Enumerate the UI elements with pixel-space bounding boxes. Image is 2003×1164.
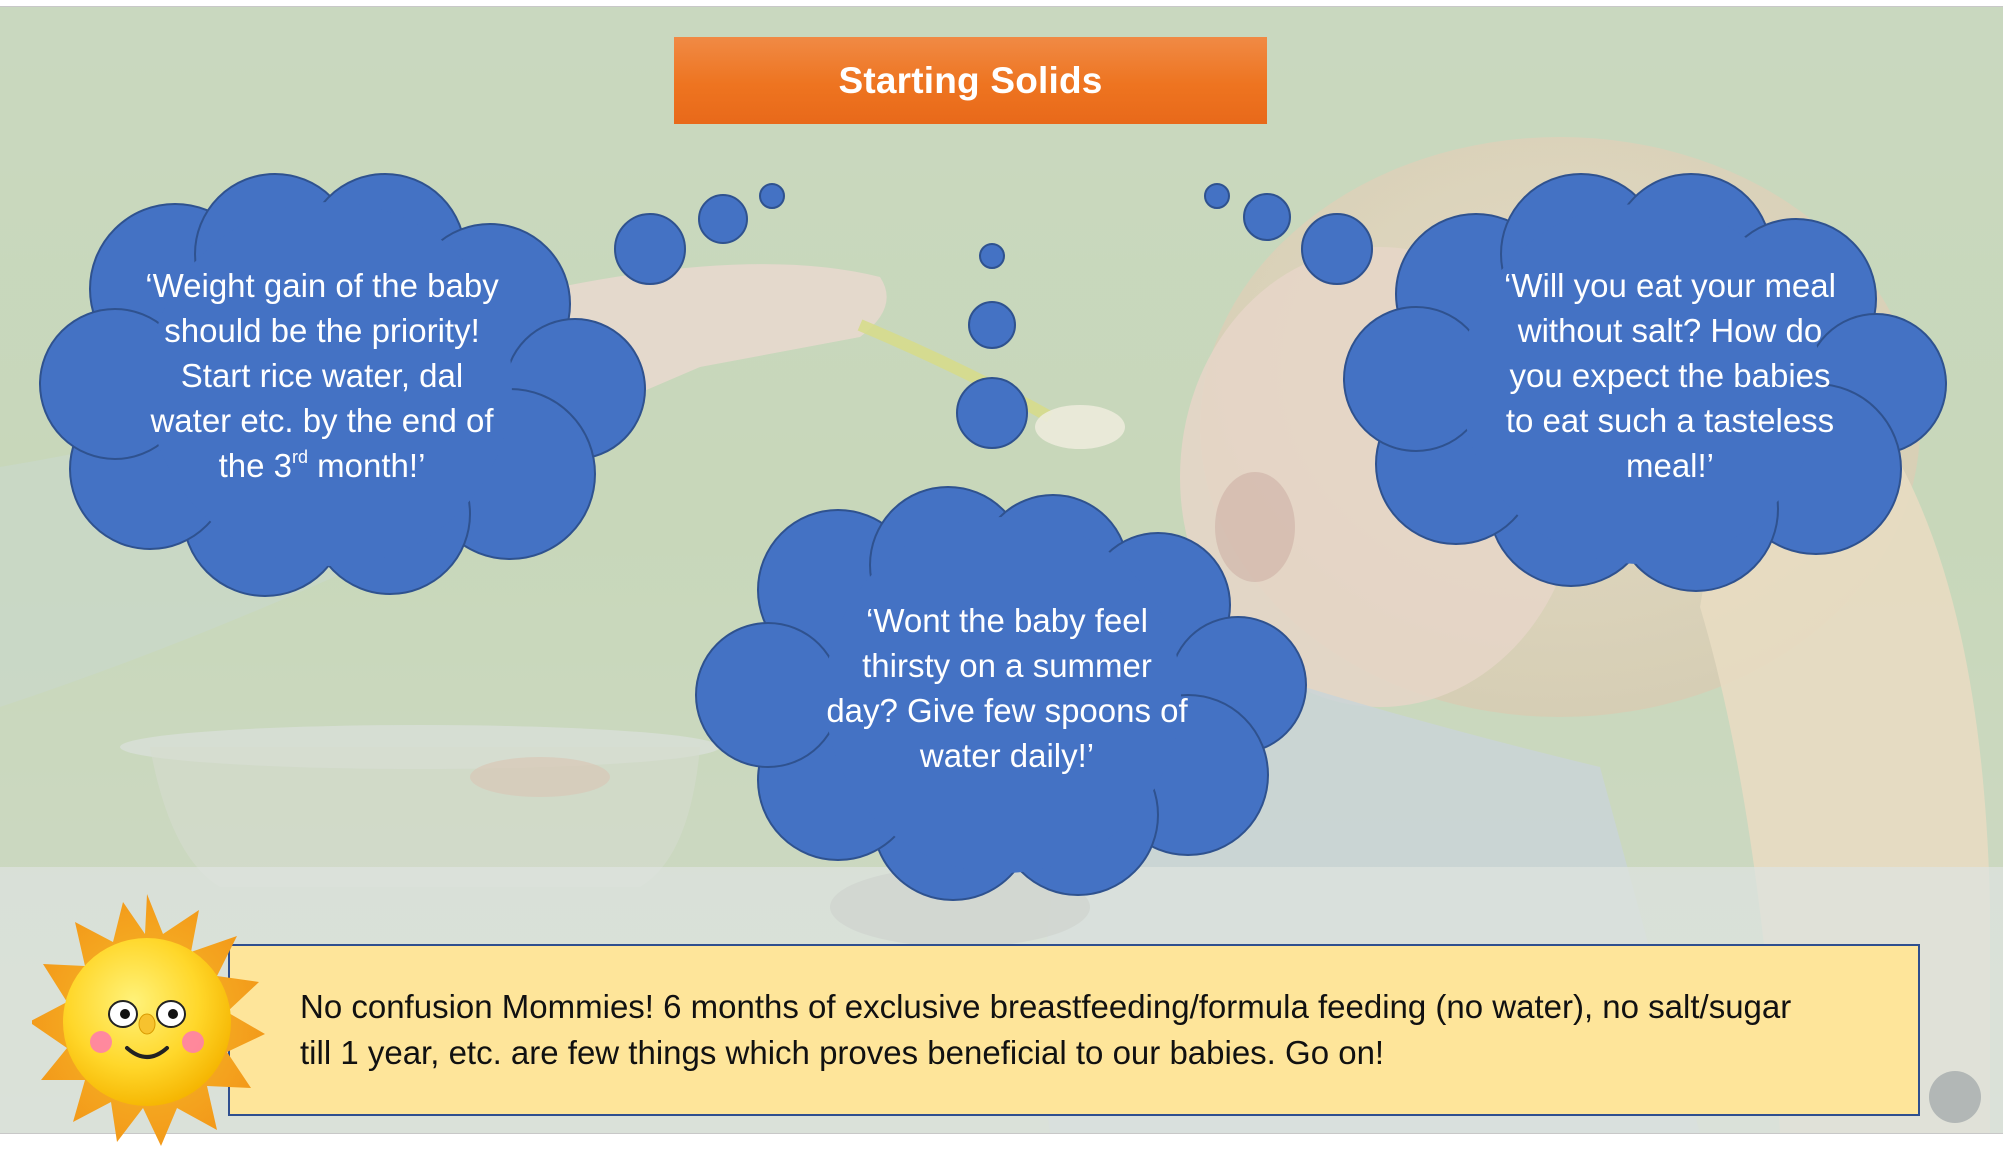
sun-icon [32,894,265,1146]
note-box: No confusion Mommies! 6 months of exclus… [228,944,1920,1116]
slide-title: Starting Solids [674,37,1267,124]
center-bubble-line: day? Give few spoons of [826,692,1188,729]
right-bubble-line: to eat such a tasteless [1505,402,1835,439]
note-text: No confusion Mommies! 6 months of exclus… [300,984,1900,1076]
left-bubble-line: water etc. by the end of [150,402,494,439]
right-bubble-line: meal!’ [1625,447,1715,484]
slide: Starting Solids ‘Weight gain of the baby… [0,6,2003,1134]
left-bubble-last-line: the 3rd month!’ [92,443,552,488]
note-line: till 1 year, etc. are few things which p… [300,1034,1385,1071]
left-bubble-last-prefix: the 3 [218,447,292,484]
center-bubble-line: water daily!’ [919,737,1095,774]
left-bubble-line: should be the priority! [164,312,480,349]
left-bubble-line: Start rice water, dal [180,357,464,394]
center-bubble-text: ‘Wont the baby feel thirsty on a summer … [792,598,1222,778]
center-bubble-line: ‘Wont the baby feel [866,602,1148,639]
right-bubble-line: you expect the babies [1509,357,1831,394]
right-bubble-line: without salt? How do [1517,312,1823,349]
center-bubble-line: thirsty on a summer [862,647,1152,684]
left-bubble-text: ‘Weight gain of the baby should be the p… [92,263,552,488]
left-bubble-last-suffix: month!’ [308,447,426,484]
thought-dots-center [956,243,1028,449]
right-bubble-line: ‘Will you eat your meal [1504,267,1836,304]
left-bubble-line: ‘Weight gain of the baby [145,267,499,304]
thought-dots-left [614,183,785,285]
right-bubble-text: ‘Will you eat your meal without salt? Ho… [1440,263,1900,488]
ordinal-superscript: rd [292,447,309,467]
note-line: No confusion Mommies! 6 months of exclus… [300,988,1792,1025]
